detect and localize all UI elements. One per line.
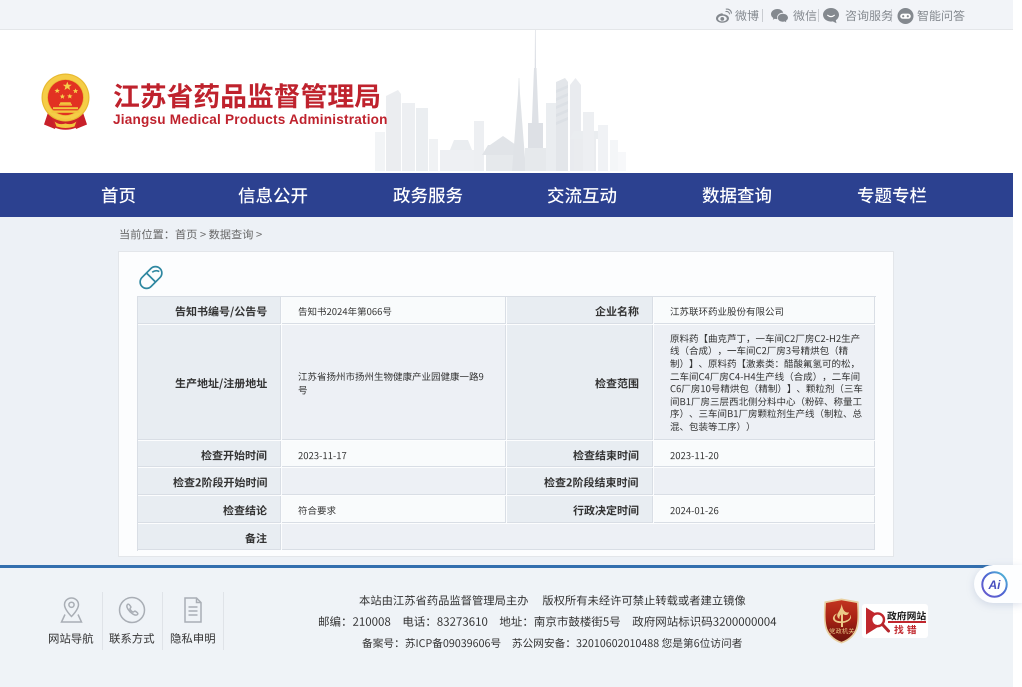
svg-text:Ai: Ai xyxy=(988,578,1002,592)
